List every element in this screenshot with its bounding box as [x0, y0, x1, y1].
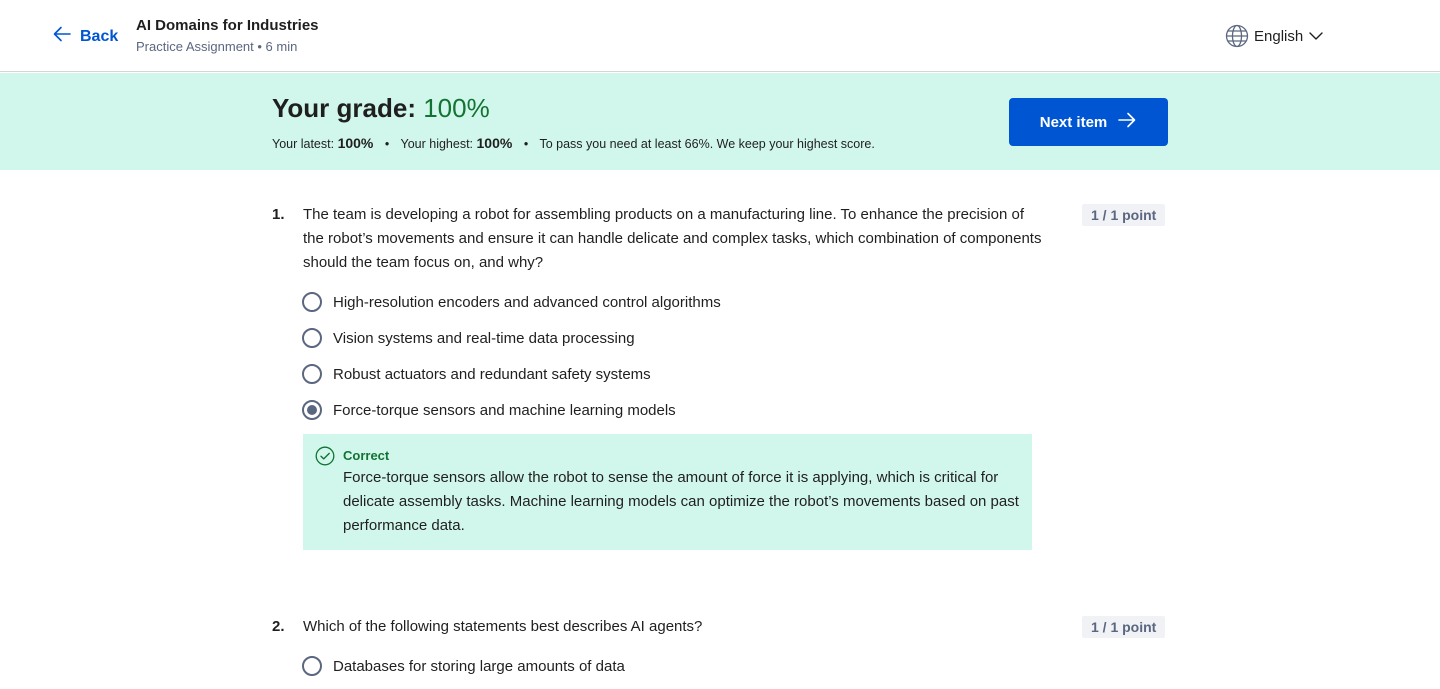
back-button[interactable]: Back — [52, 24, 118, 49]
arrow-left-icon — [52, 24, 72, 49]
grade-value: 100% — [423, 93, 490, 123]
feedback-title: Correct — [343, 448, 390, 463]
top-header: Back AI Domains for Industries Practice … — [0, 0, 1440, 72]
grade-banner: Your grade: 100% Your latest: 100% • You… — [0, 73, 1440, 170]
latest-value: 100% — [337, 135, 374, 151]
course-subtitle: Practice Assignment • 6 min — [136, 39, 298, 54]
points-badge: 1 / 1 point — [1082, 616, 1166, 638]
language-label: English — [1254, 27, 1304, 45]
separator-dot: • — [523, 137, 529, 151]
question-number: 2. — [272, 618, 285, 635]
latest-label: Your latest: — [272, 137, 335, 151]
highest-label: Your highest: — [400, 137, 474, 151]
answer-option[interactable]: High-resolution encoders and advanced co… — [302, 292, 721, 312]
answer-option[interactable]: Vision systems and real-time data proces… — [302, 328, 635, 348]
grade-heading: Your grade: 100% — [272, 93, 490, 124]
option-label: Databases for storing large amounts of d… — [333, 657, 625, 675]
radio-button[interactable] — [302, 364, 322, 384]
radio-button[interactable] — [302, 292, 322, 312]
pass-note: To pass you need at least 66%. We keep y… — [539, 137, 875, 151]
next-item-label: Next item — [1039, 113, 1108, 131]
globe-icon — [1225, 24, 1249, 48]
option-label: Robust actuators and redundant safety sy… — [333, 365, 651, 383]
grade-details: Your latest: 100% • Your highest: 100% •… — [272, 135, 875, 151]
radio-button[interactable] — [302, 328, 322, 348]
next-item-button[interactable]: Next item — [1009, 98, 1168, 146]
back-label: Back — [80, 27, 119, 45]
option-label: High-resolution encoders and advanced co… — [333, 293, 721, 311]
chevron-down-icon — [1308, 28, 1324, 44]
option-label: Force-torque sensors and machine learnin… — [333, 401, 676, 419]
check-circle-icon — [315, 446, 335, 471]
feedback-text: Force-torque sensors allow the robot to … — [343, 469, 1019, 534]
question-text: The team is developing a robot for assem… — [303, 206, 1042, 271]
course-title: AI Domains for Industries — [136, 17, 319, 34]
answer-option-selected[interactable]: Force-torque sensors and machine learnin… — [302, 400, 676, 420]
radio-button-selected[interactable] — [302, 400, 322, 420]
grade-label: Your grade: — [272, 93, 416, 123]
answer-option[interactable]: Robust actuators and redundant safety sy… — [302, 364, 651, 384]
points-badge: 1 / 1 point — [1082, 204, 1166, 226]
radio-button[interactable] — [302, 656, 322, 676]
answer-option[interactable]: Databases for storing large amounts of d… — [302, 656, 625, 676]
separator-dot: • — [384, 137, 390, 151]
question-text: Which of the following statements best d… — [303, 618, 703, 635]
option-label: Vision systems and real-time data proces… — [333, 329, 635, 347]
highest-value: 100% — [476, 135, 513, 151]
arrow-right-icon — [1117, 110, 1137, 134]
correct-feedback: Correct Force-torque sensors allow the r… — [303, 434, 1032, 550]
question-number: 1. — [272, 206, 285, 223]
language-selector[interactable]: English — [1225, 24, 1324, 48]
